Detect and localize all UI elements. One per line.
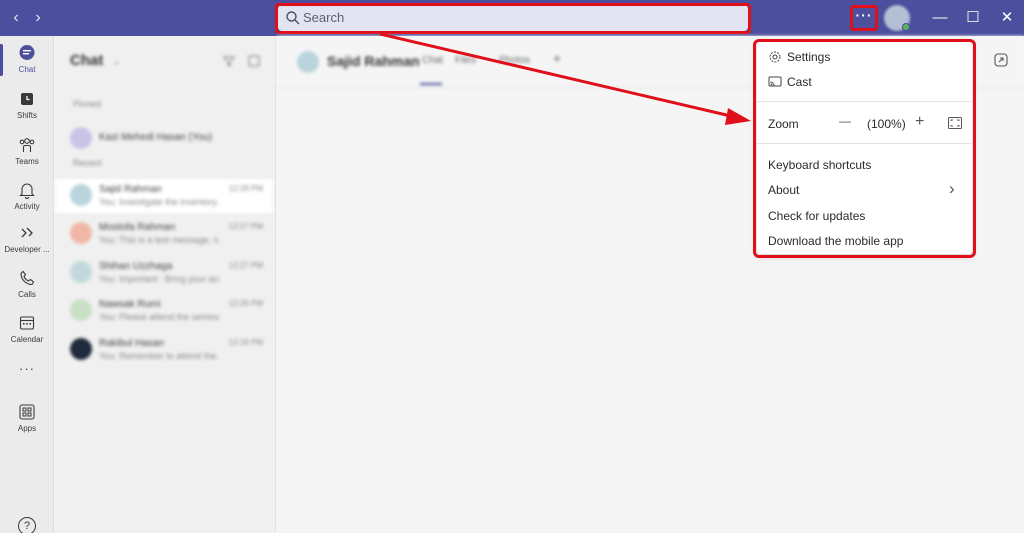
popout-icon[interactable] xyxy=(994,53,1008,67)
avatar xyxy=(70,299,92,321)
rail-item-activity[interactable]: Activity xyxy=(0,181,54,221)
chat-preview: You: This is a test message, no... xyxy=(99,235,219,245)
more-options-button[interactable]: ··· xyxy=(850,5,878,31)
chat-time: 12:16 PM xyxy=(228,338,263,347)
new-chat-icon[interactable] xyxy=(248,55,260,67)
close-window-button[interactable]: ✕ xyxy=(995,8,1019,28)
menu-highlight-box xyxy=(753,39,976,258)
rail-label: Shifts xyxy=(16,111,37,120)
more-apps-icon: ··· xyxy=(19,361,35,376)
avatar xyxy=(70,338,92,360)
chat-name: Rakibul Hasan xyxy=(99,338,165,349)
rail-label: Chat xyxy=(18,65,36,74)
chat-icon xyxy=(19,45,35,60)
add-tab-icon[interactable]: + xyxy=(553,50,561,66)
avatar xyxy=(70,184,92,206)
contact-name: Sajid Rahman xyxy=(327,53,420,69)
chat-list-pane: Chat ⌄ Pinned Kazi Mehedi Hasan (You) Re… xyxy=(55,36,276,533)
chat-name: Kazi Mehedi Hasan (You) xyxy=(99,132,213,143)
chat-row[interactable]: Mostofa Rahman You: This is a test messa… xyxy=(55,217,273,251)
shifts-icon xyxy=(21,93,33,105)
section-pinned: Pinned xyxy=(73,99,102,109)
rail-item-calendar[interactable]: Calendar xyxy=(0,314,54,354)
chat-time: 12:28 PM xyxy=(228,184,263,193)
title-bar: ‹ › Search ··· — ☐ ✕ xyxy=(0,0,1024,36)
chat-row[interactable]: Nawsak Rumi You: Please attend the semin… xyxy=(55,294,273,328)
chat-preview: You: Please attend the seminar... xyxy=(99,312,219,322)
calendar-icon xyxy=(19,316,35,330)
chevron-down-icon[interactable]: ⌄ xyxy=(113,56,121,67)
teams-icon xyxy=(19,138,35,152)
chat-name: Sajid Rahman xyxy=(99,184,162,195)
phone-icon xyxy=(20,270,35,286)
chat-row[interactable]: Sajid Rahman You: Investigate the invent… xyxy=(55,179,273,213)
maximize-button[interactable]: ☐ xyxy=(961,8,985,28)
avatar xyxy=(70,222,92,244)
rail-label: Apps xyxy=(17,424,37,433)
tab-photos[interactable]: Photos xyxy=(499,55,530,66)
chat-time: 12:26 PM xyxy=(228,299,263,308)
developer-icon xyxy=(21,227,33,238)
minimize-button[interactable]: — xyxy=(928,8,952,28)
back-button[interactable]: ‹ xyxy=(6,8,26,28)
rail-item-teams[interactable]: Teams xyxy=(0,136,54,176)
chat-preview: You: Investigate the inventory... xyxy=(99,197,219,207)
avatar xyxy=(70,261,92,283)
avatar xyxy=(70,127,92,149)
avatar xyxy=(297,51,319,73)
bell-icon xyxy=(19,183,35,199)
rail-item-apps[interactable]: Apps xyxy=(0,403,54,443)
app-rail: Chat Shifts Teams Activity Developer ... xyxy=(0,36,54,533)
rail-label: Calendar xyxy=(10,335,44,344)
chat-name: Shihan Uzzhaga xyxy=(99,261,173,272)
rail-label: Developer ... xyxy=(4,245,50,254)
active-tab-underline xyxy=(420,83,442,85)
search-highlight-box xyxy=(275,3,751,34)
rail-label: Calls xyxy=(18,290,36,299)
chat-row[interactable]: Rakibul Hasan You: Remember to attend th… xyxy=(55,333,273,367)
forward-button[interactable]: › xyxy=(28,8,48,28)
chat-name: Mostofa Rahman xyxy=(99,222,176,233)
chat-preview: You: Remember to attend the... xyxy=(99,351,219,361)
chat-name: Nawsak Rumi xyxy=(99,299,161,310)
tab-files[interactable]: Files xyxy=(455,55,476,66)
help-icon[interactable]: ? xyxy=(18,517,36,533)
rail-item-shifts[interactable]: Shifts xyxy=(0,90,54,130)
rail-item-calls[interactable]: Calls xyxy=(0,269,54,309)
rail-label: Teams xyxy=(15,157,39,166)
chat-row[interactable]: Kazi Mehedi Hasan (You) xyxy=(55,122,273,156)
chat-time: 12:27 PM xyxy=(228,261,263,270)
tab-chat[interactable]: Chat xyxy=(422,55,443,66)
chat-time: 12:27 PM xyxy=(228,222,263,231)
chat-preview: You: Important : Bring your acc... xyxy=(99,274,219,284)
chat-row[interactable]: Shihan Uzzhaga You: Important : Bring yo… xyxy=(55,256,273,290)
rail-item-chat[interactable]: Chat xyxy=(0,44,54,84)
rail-label: Activity xyxy=(14,202,40,211)
presence-status-dot xyxy=(902,23,910,31)
filter-icon[interactable] xyxy=(223,55,235,67)
rail-item-developer[interactable]: Developer ... xyxy=(0,224,54,264)
chat-list-title: Chat xyxy=(70,52,104,69)
section-recent: Recent xyxy=(73,158,102,168)
apps-icon xyxy=(19,404,35,420)
rail-item-more-apps[interactable]: ··· xyxy=(0,358,54,382)
